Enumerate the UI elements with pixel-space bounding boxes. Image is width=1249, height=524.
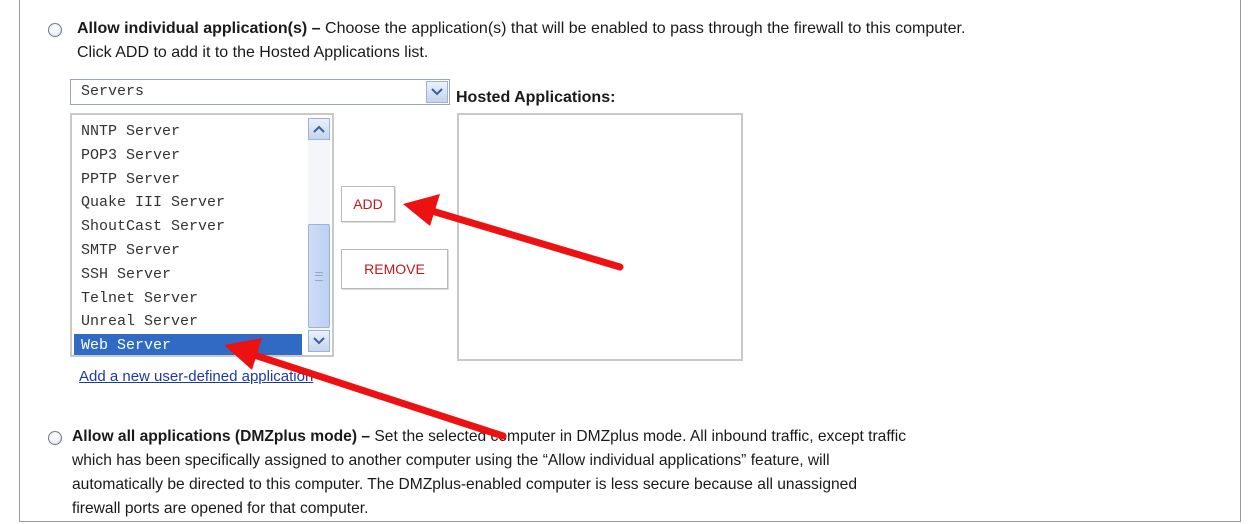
red-arrow-to-add-button [403,194,624,271]
red-arrow-to-web-server [224,338,507,440]
annotation-overlay [224,194,624,440]
